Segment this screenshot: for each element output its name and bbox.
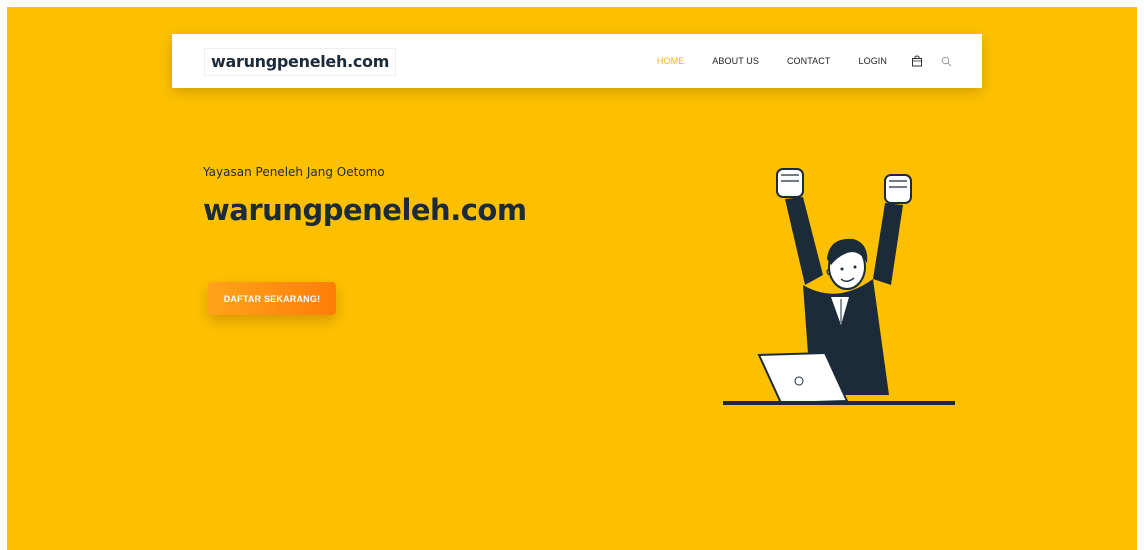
navbar: warungpeneleh.com HOME ABOUT US CONTACT … bbox=[172, 34, 982, 88]
shopping-bag-icon[interactable] bbox=[911, 55, 923, 67]
nav-item-home[interactable]: HOME bbox=[657, 56, 684, 66]
nav-item-login[interactable]: LOGIN bbox=[858, 56, 887, 66]
hero-kicker: Yayasan Peneleh Jang Oetomo bbox=[203, 165, 385, 179]
register-now-button[interactable]: DAFTAR SEKARANG! bbox=[208, 282, 336, 315]
hero-title: warungpeneleh.com bbox=[203, 193, 527, 227]
main-menu: HOME ABOUT US CONTACT LOGIN bbox=[629, 34, 952, 88]
page: warungpeneleh.com HOME ABOUT US CONTACT … bbox=[7, 7, 1137, 550]
nav-item-contact[interactable]: CONTACT bbox=[787, 56, 831, 66]
site-logo[interactable]: warungpeneleh.com bbox=[204, 48, 397, 76]
celebrating-man-illustration bbox=[723, 168, 955, 405]
nav-item-about-us[interactable]: ABOUT US bbox=[712, 56, 759, 66]
search-icon[interactable] bbox=[941, 56, 952, 67]
